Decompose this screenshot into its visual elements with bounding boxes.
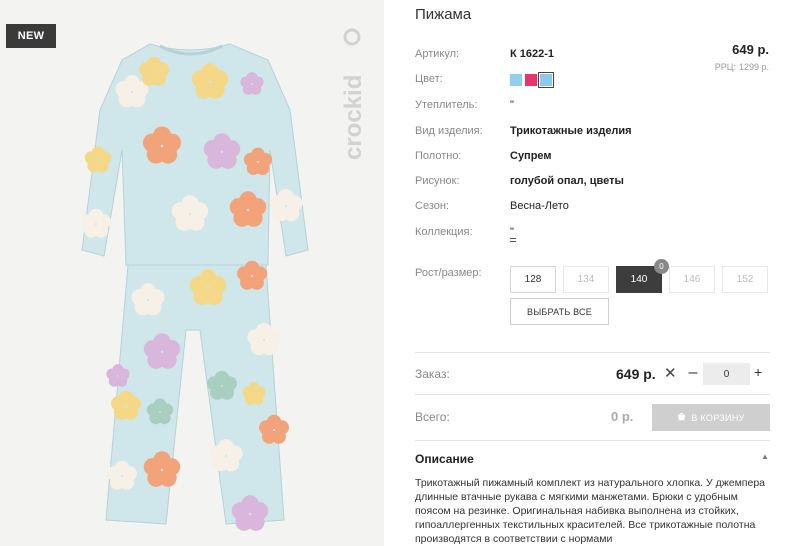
attr-collection: Коллекция: "	[415, 226, 775, 242]
select-all-sizes-button[interactable]: ВЫБРАТЬ ВСЕ	[510, 298, 609, 325]
attr-value: Супрем	[510, 150, 552, 162]
size-option-152[interactable]: 152	[722, 266, 768, 293]
quantity-decrease-button[interactable]: –	[687, 364, 699, 382]
divider	[415, 440, 770, 441]
attr-label: Рисунок:	[415, 175, 460, 187]
size-count-badge: 0	[654, 259, 669, 274]
attr-value: Трикотажные изделия	[510, 125, 632, 137]
new-badge: NEW	[6, 24, 56, 48]
attr-value: "	[510, 226, 514, 238]
attr-label: Сезон:	[415, 200, 449, 212]
sizes-label: Рост/размер:	[415, 267, 482, 279]
product-title: Пижама	[415, 6, 472, 23]
attr-value: К 1622-1	[510, 48, 555, 60]
color-swatches	[510, 72, 554, 88]
crockid-logo: crockid	[340, 28, 367, 160]
attr-season: Сезон: Весна-Лето	[415, 200, 775, 216]
order-label: Заказ:	[415, 367, 450, 381]
quantity-increase-button[interactable]: +	[754, 364, 762, 380]
color-swatch[interactable]	[525, 74, 537, 86]
description-text: Трикотажный пижамный комплект из натурал…	[415, 477, 766, 545]
attr-type: Вид изделия: Трикотажные изделия	[415, 125, 775, 141]
attr-insulation: Утеплитель: "	[415, 99, 775, 115]
add-to-cart-button[interactable]: В КОРЗИНУ	[652, 404, 770, 431]
attr-value: голубой опал, цветы	[510, 175, 624, 187]
cart-button-label: В КОРЗИНУ	[691, 412, 745, 423]
attr-label: Цвет:	[415, 73, 443, 85]
order-price: 649 р.	[616, 366, 656, 382]
size-option-128[interactable]: 128	[510, 266, 556, 293]
multiply-icon: ✕	[664, 365, 677, 382]
attr-pattern: Рисунок: голубой опал, цветы	[415, 175, 775, 191]
color-swatch[interactable]	[510, 74, 522, 86]
attr-color: Цвет:	[415, 73, 775, 89]
attr-article: Артикул: К 1622-1	[415, 48, 775, 64]
divider	[415, 394, 770, 395]
collection-dash	[510, 241, 516, 242]
product-details: Пижама 649 р. РРЦ: 1299 р. Артикул: К 162…	[415, 0, 775, 546]
attr-value: "	[510, 99, 514, 111]
attr-value: Весна-Лето	[510, 200, 569, 212]
attr-label: Полотно:	[415, 150, 462, 162]
size-option-146[interactable]: 146	[669, 266, 715, 293]
total-label: Всего:	[415, 410, 450, 424]
total-value: 0 р.	[611, 409, 634, 424]
size-option-134[interactable]: 134	[563, 266, 609, 293]
attr-label: Коллекция:	[415, 226, 473, 238]
collection-dash	[510, 238, 516, 239]
attr-fabric: Полотно: Супрем	[415, 150, 775, 166]
attr-label: Вид изделия:	[415, 125, 483, 137]
product-image[interactable]: NEW crockid	[0, 0, 384, 546]
pajama-photo	[81, 43, 309, 531]
svg-text:crockid: crockid	[340, 75, 367, 160]
description-heading[interactable]: Описание	[415, 452, 474, 466]
divider	[415, 352, 770, 353]
attr-label: Утеплитель:	[415, 99, 478, 111]
collapse-caret-icon[interactable]: ▲	[761, 452, 769, 461]
quantity-input[interactable]	[703, 363, 750, 385]
color-swatch-selected[interactable]	[538, 72, 554, 88]
cart-icon	[678, 413, 686, 421]
attr-label: Артикул:	[415, 48, 460, 60]
